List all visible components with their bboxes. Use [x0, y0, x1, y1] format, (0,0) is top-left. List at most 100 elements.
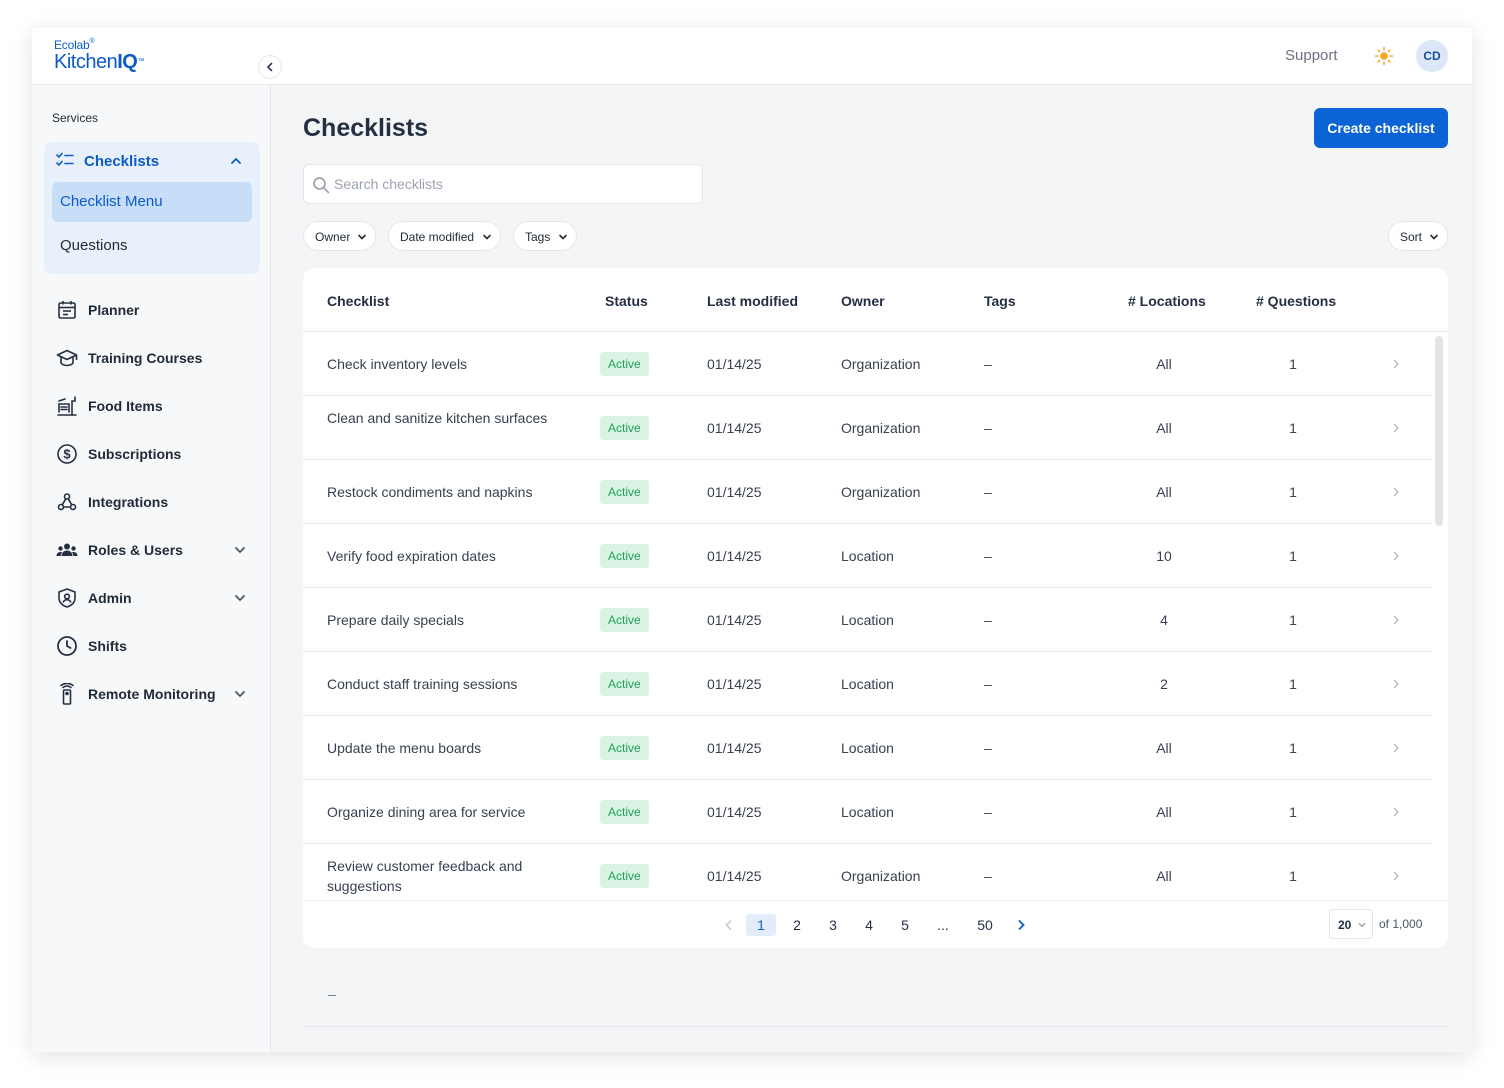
user-avatar[interactable]: CD — [1416, 40, 1448, 72]
support-link[interactable]: Support — [1285, 47, 1338, 64]
tags-cell: – — [984, 356, 992, 372]
table-header: Checklist Status Last modified Owner Tag… — [303, 268, 1448, 332]
column-header-last-modified[interactable]: Last modified — [707, 293, 798, 309]
sidebar-item-subscriptions[interactable]: $ Subscriptions — [44, 434, 260, 474]
owner-cell: Location — [841, 804, 894, 820]
checklists-group: Checklists Checklist Menu Questions — [44, 142, 260, 274]
tags-cell: – — [984, 484, 992, 500]
table-row[interactable]: Check inventory levels Active 01/14/25 O… — [303, 332, 1432, 396]
chevron-down-icon — [483, 234, 491, 240]
owner-filter[interactable]: Owner — [303, 221, 376, 251]
sidebar-item-questions[interactable]: Questions — [60, 237, 128, 254]
search-input[interactable] — [334, 173, 694, 195]
status-badge: Active — [600, 800, 649, 824]
questions-cell: 1 — [1289, 548, 1297, 564]
date-modified-filter[interactable]: Date modified — [388, 221, 501, 251]
page-4-button[interactable]: 4 — [854, 914, 884, 936]
page-2-button[interactable]: 2 — [782, 914, 812, 936]
sun-icon[interactable] — [1375, 47, 1393, 65]
locations-cell: All — [1156, 420, 1172, 436]
chevron-right-icon[interactable] — [1391, 487, 1401, 497]
chevron-right-icon[interactable] — [1391, 359, 1401, 369]
checklist-name: Organize dining area for service — [327, 804, 526, 820]
sidebar-item-remote-monitoring[interactable]: Remote Monitoring — [44, 674, 260, 714]
column-header-status[interactable]: Status — [605, 293, 648, 309]
locations-cell: All — [1156, 868, 1172, 884]
chevron-right-icon[interactable] — [1391, 871, 1401, 881]
sidebar-item-label: Admin — [88, 590, 132, 606]
sidebar-item-label: Integrations — [88, 494, 169, 510]
svg-text:$: $ — [63, 447, 71, 462]
chevron-down-icon — [559, 234, 567, 240]
checklist-name: Check inventory levels — [327, 356, 468, 372]
services-label: Services — [52, 111, 99, 125]
sort-dropdown[interactable]: Sort — [1388, 221, 1448, 251]
sidebar-item-training-courses[interactable]: Training Courses — [44, 338, 260, 378]
tags-cell: – — [984, 868, 992, 884]
chevron-right-icon[interactable] — [1391, 807, 1401, 817]
table-row[interactable]: Organize dining area for service Active … — [303, 780, 1432, 844]
collapse-sidebar-button[interactable] — [258, 55, 282, 79]
sidebar-item-label: Food Items — [88, 398, 163, 414]
chevron-down-icon[interactable] — [234, 592, 246, 604]
chevron-left-icon[interactable] — [723, 919, 735, 931]
questions-cell: 1 — [1289, 740, 1297, 756]
checklist-name: Verify food expiration dates — [327, 548, 496, 564]
table-row[interactable]: Review customer feedback and suggestions… — [303, 844, 1432, 908]
last-modified-cell: 01/14/25 — [707, 740, 762, 756]
sidebar-item-label: Shifts — [88, 638, 127, 654]
kitcheniq-logo[interactable]: Ecolab® KitchenIQ™ — [54, 38, 144, 72]
column-header-questions[interactable]: # Questions — [1256, 293, 1336, 309]
page-3-button[interactable]: 3 — [818, 914, 848, 936]
table-scrollbar[interactable] — [1435, 336, 1443, 526]
tags-filter[interactable]: Tags — [513, 221, 577, 251]
column-header-checklist[interactable]: Checklist — [327, 293, 389, 309]
sidebar-item-admin[interactable]: Admin — [44, 578, 260, 618]
sidebar-item-planner[interactable]: Planner — [44, 290, 260, 330]
chevron-right-icon[interactable] — [1391, 679, 1401, 689]
last-modified-cell: 01/14/25 — [707, 868, 762, 884]
chevron-up-icon[interactable] — [230, 155, 242, 167]
locations-cell: All — [1156, 804, 1172, 820]
chevron-down-icon[interactable] — [234, 544, 246, 556]
per-page-select[interactable]: 20 — [1329, 909, 1373, 939]
chevron-right-icon[interactable] — [1391, 615, 1401, 625]
locations-cell: All — [1156, 356, 1172, 372]
tags-cell: – — [984, 420, 992, 436]
checklists-group-header[interactable]: Checklists — [44, 142, 260, 180]
sidebar-item-checklist-menu[interactable]: Checklist Menu — [52, 182, 252, 222]
column-header-locations[interactable]: # Locations — [1128, 293, 1206, 309]
owner-cell: Location — [841, 612, 894, 628]
sidebar-item-food-items[interactable]: Food Items — [44, 386, 260, 426]
food-tray-icon — [57, 396, 77, 416]
page-1-button[interactable]: 1 — [746, 914, 776, 936]
tags-cell: – — [984, 612, 992, 628]
page-5-button[interactable]: 5 — [890, 914, 920, 936]
chevron-right-icon[interactable] — [1391, 743, 1401, 753]
chevron-right-icon[interactable] — [1391, 423, 1401, 433]
page-50-button[interactable]: 50 — [970, 914, 1000, 936]
table-row[interactable]: Update the menu boards Active 01/14/25 L… — [303, 716, 1432, 780]
table-row[interactable]: Verify food expiration dates Active 01/1… — [303, 524, 1432, 588]
column-header-owner[interactable]: Owner — [841, 293, 885, 309]
sidebar-item-integrations[interactable]: Integrations — [44, 482, 260, 522]
table-row[interactable]: Clean and sanitize kitchen surfaces Acti… — [303, 396, 1432, 460]
owner-cell: Location — [841, 548, 894, 564]
table-row[interactable]: Prepare daily specials Active 01/14/25 L… — [303, 588, 1432, 652]
chevron-down-icon[interactable] — [234, 688, 246, 700]
search-box[interactable] — [303, 164, 703, 204]
filter-label: Owner — [315, 230, 351, 244]
chevron-down-icon — [1358, 922, 1366, 928]
status-badge: Active — [600, 352, 649, 376]
sidebar-item-label: Planner — [88, 302, 140, 318]
create-checklist-button[interactable]: Create checklist — [1314, 108, 1448, 148]
column-header-tags[interactable]: Tags — [984, 293, 1016, 309]
table-row[interactable]: Conduct staff training sessions Active 0… — [303, 652, 1432, 716]
sidebar-item-roles-users[interactable]: Roles & Users — [44, 530, 260, 570]
table-row[interactable]: Restock condiments and napkins Active 01… — [303, 460, 1432, 524]
chevron-right-icon[interactable] — [1015, 919, 1027, 931]
last-modified-cell: 01/14/25 — [707, 356, 762, 372]
app-window: Ecolab® KitchenIQ™ Support CD Services C… — [32, 28, 1472, 1052]
chevron-right-icon[interactable] — [1391, 551, 1401, 561]
sidebar-item-shifts[interactable]: Shifts — [44, 626, 260, 666]
